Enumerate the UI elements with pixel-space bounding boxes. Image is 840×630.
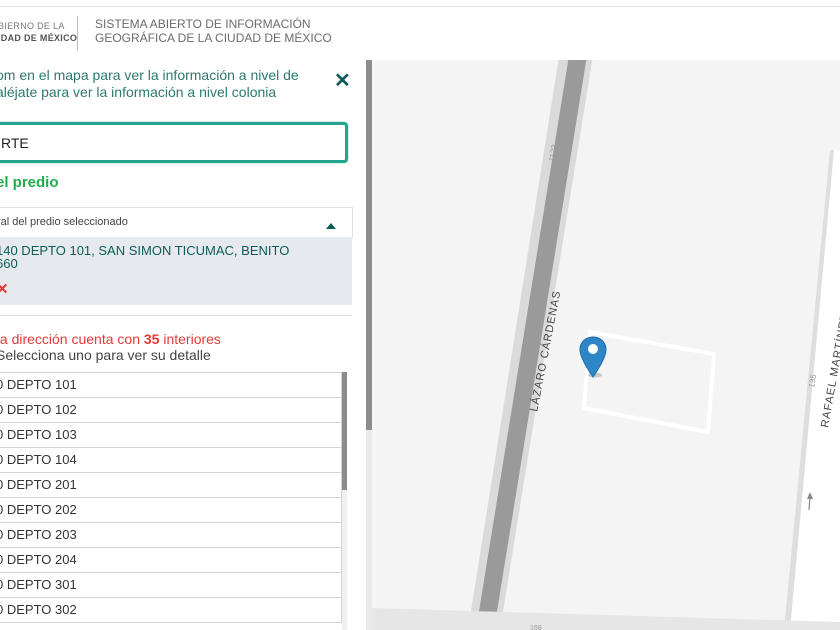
road-bottom	[372, 608, 840, 630]
cdmx-logo[interactable]: BIERNO DE LA IDAD DE MÉXICO	[0, 20, 77, 44]
count-suffix: interiores	[159, 331, 221, 347]
close-icon[interactable]: ✕	[334, 68, 351, 93]
predio-card-title: ral del predio seleccionado	[0, 216, 128, 228]
road-lazaro-cardenas	[476, 0, 596, 630]
interiors-count-text: ta dirección cuenta con 35 interiores	[0, 332, 221, 347]
address-line-1: 140 DEPTO 101, SAN SIMON TICUMAC, BENITO	[0, 243, 290, 258]
list-scrollbar-thumb[interactable]	[342, 372, 347, 490]
collapse-caret-icon[interactable]	[326, 223, 336, 229]
count-prefix: ta dirección cuenta con	[0, 331, 144, 347]
address-line-2: 660	[0, 256, 18, 271]
predio-section-title: el predio	[0, 174, 59, 191]
list-item[interactable]: 0 DEPTO 101	[0, 373, 342, 398]
predio-address: 140 DEPTO 101, SAN SIMON TICUMAC, BENITO…	[0, 244, 336, 270]
header-top-border	[0, 6, 840, 7]
list-item[interactable]: 0 DEPTO 302	[0, 598, 342, 623]
search-input[interactable]	[1, 125, 331, 160]
map-canvas[interactable]: LÁZARO CÁRDENAS RAFAEL MARTÍNEZ RUL 1123…	[372, 0, 840, 630]
remove-selection-icon[interactable]: ✕	[0, 280, 9, 298]
predio-card-body: 140 DEPTO 101, SAN SIMON TICUMAC, BENITO…	[0, 237, 352, 305]
section-divider	[0, 315, 352, 316]
system-title: SISTEMA ABIERTO DE INFORMACIÓN GEOGRÁFIC…	[95, 17, 332, 45]
location-pin-icon[interactable]	[579, 335, 609, 379]
map-view[interactable]: LÁZARO CÁRDENAS RAFAEL MARTÍNEZ RUL 1123…	[372, 0, 840, 630]
system-title-line-2: GEOGRÁFICA DE LA CIUDAD DE MÉXICO	[95, 31, 332, 45]
logo-line-1: BIERNO DE LA	[0, 21, 65, 31]
count-number: 35	[143, 331, 160, 347]
list-item[interactable]: 0 DEPTO 202	[0, 498, 342, 523]
zoom-info-line-2: aléjate para ver la información a nivel …	[0, 84, 277, 100]
search-box[interactable]	[0, 122, 348, 163]
system-title-line-1: SISTEMA ABIERTO DE INFORMACIÓN	[95, 17, 311, 31]
logo-divider	[77, 16, 78, 50]
list-scrollbar[interactable]	[342, 372, 347, 630]
panel-scrollbar[interactable]	[366, 60, 372, 630]
list-item[interactable]: 0 DEPTO 204	[0, 548, 342, 573]
list-item[interactable]: 0 DEPTO 104	[0, 448, 342, 473]
info-panel: om en el mapa para ver la información a …	[0, 60, 366, 630]
list-item[interactable]: 0 DEPTO 102	[0, 398, 342, 423]
zoom-info-line-1: om en el mapa para ver la información a …	[0, 67, 299, 83]
street-number-168: 168	[530, 625, 542, 630]
list-item[interactable]: 0 DEPTO 201	[0, 473, 342, 498]
select-hint: Selecciona uno para ver su detalle	[0, 347, 211, 363]
interiors-list: 0 DEPTO 101 0 DEPTO 102 0 DEPTO 103 0 DE…	[0, 372, 342, 630]
predio-card-header[interactable]: ral del predio seleccionado	[0, 207, 353, 238]
panel-scrollbar-thumb[interactable]	[366, 60, 372, 430]
zoom-info-text: om en el mapa para ver la información a …	[0, 67, 326, 101]
logo-line-2: IDAD DE MÉXICO	[0, 33, 78, 43]
list-item[interactable]: 0 DEPTO 301	[0, 573, 342, 598]
top-header: BIERNO DE LA IDAD DE MÉXICO SISTEMA ABIE…	[0, 0, 840, 60]
list-item[interactable]: 0 DEPTO 203	[0, 523, 342, 548]
list-item[interactable]: 0 DEPTO 103	[0, 423, 342, 448]
